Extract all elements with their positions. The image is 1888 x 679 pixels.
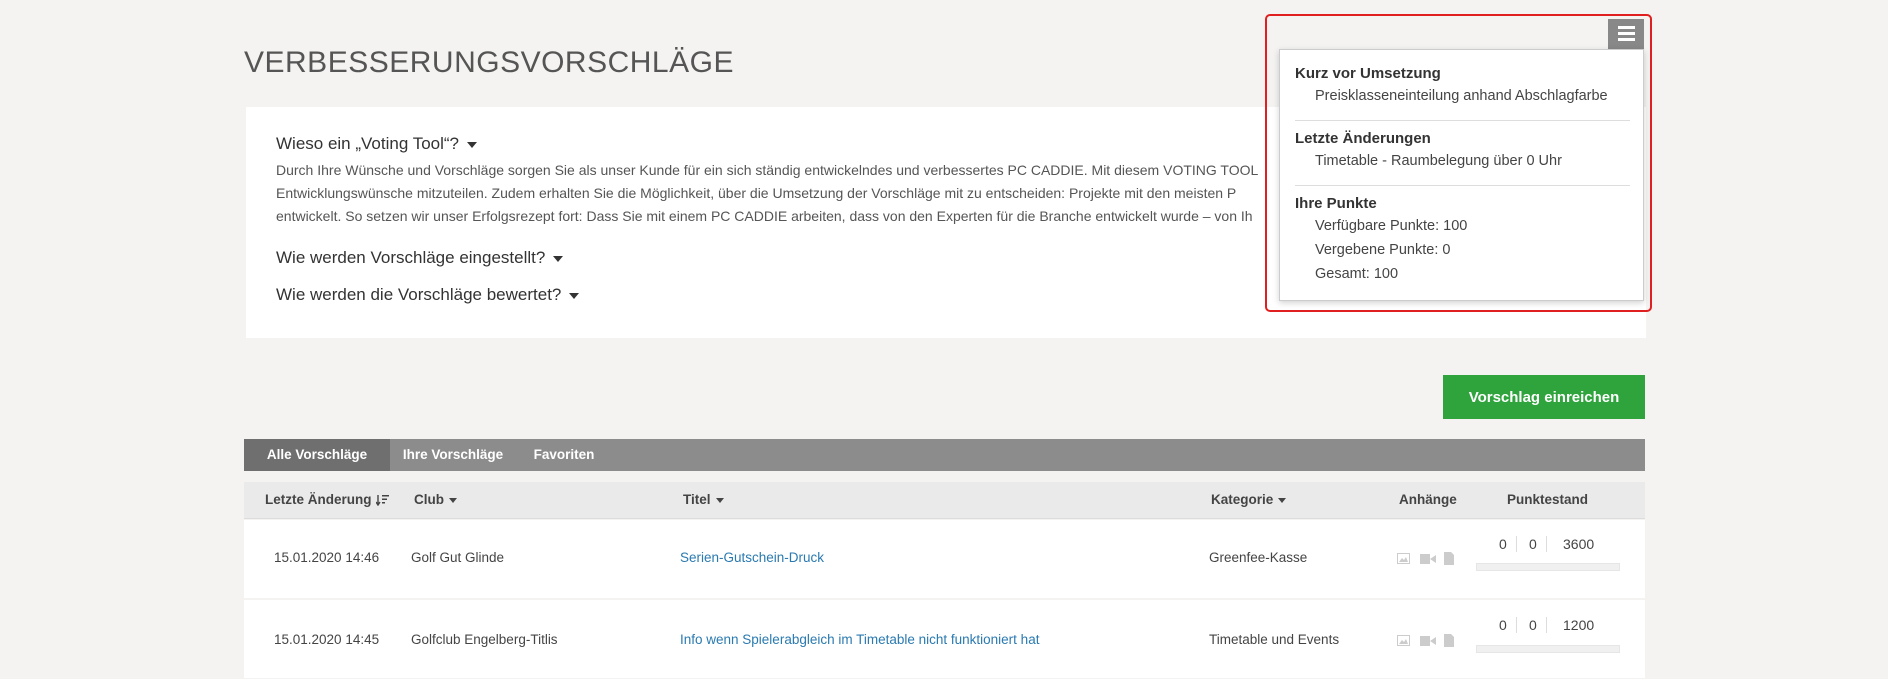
info-dropdown: Kurz vor Umsetzung Preisklasseneinteilun…: [1279, 49, 1644, 301]
dropdown-divider: [1295, 185, 1630, 186]
row-date: 15.01.2020 14:45: [274, 632, 380, 647]
caret-down-icon: [1278, 497, 1287, 503]
caret-down-icon: [467, 141, 478, 148]
caret-down-icon: [449, 497, 457, 503]
image-icon[interactable]: [1397, 635, 1410, 646]
faq-question-submission[interactable]: Wie werden Vorschläge eingestellt?: [276, 248, 564, 268]
row-category: Timetable und Events: [1209, 632, 1340, 647]
faq-answer-line: entwickelt. So setzen wir unser Erfolgsr…: [276, 208, 1253, 224]
score-contra: 0: [1529, 536, 1537, 552]
column-label: Letzte Änderung: [265, 492, 372, 507]
dropdown-section-title: Kurz vor Umsetzung: [1295, 65, 1441, 82]
row-title-link[interactable]: Info wenn Spielerabgleich im Timetable n…: [680, 632, 1039, 647]
document-icon[interactable]: [1444, 634, 1454, 647]
faq-answer-line: Durch Ihre Wünsche und Vorschläge sorgen…: [276, 162, 1259, 178]
score-divider: [1546, 536, 1547, 552]
faq-question-rating[interactable]: Wie werden die Vorschläge bewertet?: [276, 285, 580, 305]
score-pro: 0: [1499, 536, 1507, 552]
points-available: Verfügbare Punkte: 100: [1315, 218, 1468, 234]
points-total: Gesamt: 100: [1315, 266, 1399, 282]
faq-question-label: Wie werden die Vorschläge bewertet?: [276, 285, 562, 304]
faq-answer-line: Entwicklungswünsche mitzuteilen. Zudem e…: [276, 185, 1237, 201]
tab-bar: Alle Vorschläge Ihre Vorschläge Favorite…: [244, 439, 1645, 471]
video-icon[interactable]: [1420, 554, 1436, 564]
column-attachments: Anhänge: [1399, 492, 1457, 507]
column-label: Titel: [683, 492, 711, 507]
faq-question-label: Wie werden Vorschläge eingestellt?: [276, 248, 546, 267]
column-title[interactable]: Titel: [683, 482, 724, 518]
score-divider: [1516, 617, 1517, 633]
submit-suggestion-button[interactable]: Vorschlag einreichen: [1443, 375, 1645, 419]
score-contra: 0: [1529, 617, 1537, 633]
caret-down-icon: [715, 497, 724, 503]
column-category[interactable]: Kategorie: [1211, 482, 1287, 518]
dropdown-section-title: Letzte Änderungen: [1295, 130, 1431, 147]
table-header: Letzte Änderung Club Titel Kategorie Anh…: [244, 482, 1645, 519]
row-club: Golfclub Engelberg-Titlis: [411, 632, 558, 647]
dropdown-item-upcoming[interactable]: Preisklasseneinteilung anhand Abschlagfa…: [1315, 88, 1608, 104]
score-divider: [1546, 617, 1547, 633]
faq-answer-text: Durch Ihre Wünsche und Vorschläge sorgen…: [276, 159, 1276, 228]
column-label: Kategorie: [1211, 492, 1274, 507]
row-category: Greenfee-Kasse: [1209, 550, 1308, 565]
menu-button[interactable]: [1608, 19, 1644, 49]
faq-question-label: Wieso ein „Voting Tool“?: [276, 134, 460, 153]
points-assigned: Vergebene Punkte: 0: [1315, 242, 1451, 258]
sort-icon: [375, 495, 389, 507]
row-title-link[interactable]: Serien-Gutschein-Druck: [680, 550, 824, 565]
column-last-change[interactable]: Letzte Änderung: [265, 482, 389, 518]
column-club[interactable]: Club: [414, 482, 457, 518]
row-date: 15.01.2020 14:46: [274, 550, 380, 565]
dropdown-divider: [1295, 120, 1630, 121]
dropdown-section-title: Ihre Punkte: [1295, 195, 1377, 212]
table-row[interactable]: 15.01.2020 14:46 Golf Gut Glinde Serien-…: [244, 520, 1645, 598]
caret-down-icon: [553, 255, 564, 262]
page-title: VERBESSERUNGSVORSCHLÄGE: [244, 46, 734, 79]
caret-down-icon: [569, 292, 580, 299]
tab-all-suggestions[interactable]: Alle Vorschläge: [244, 439, 390, 471]
score-pro: 0: [1499, 617, 1507, 633]
score-progress-bar: [1476, 563, 1620, 571]
tab-your-suggestions[interactable]: Ihre Vorschläge: [390, 439, 516, 471]
video-icon[interactable]: [1420, 636, 1436, 646]
document-icon[interactable]: [1444, 552, 1454, 565]
score-progress-bar: [1476, 645, 1620, 653]
score-divider: [1516, 536, 1517, 552]
row-club: Golf Gut Glinde: [411, 550, 505, 565]
score-total: 1200: [1563, 617, 1595, 633]
score-total: 3600: [1563, 536, 1595, 552]
tab-favorites[interactable]: Favoriten: [516, 439, 612, 471]
image-icon[interactable]: [1397, 553, 1410, 564]
faq-question-voting-tool[interactable]: Wieso ein „Voting Tool“?: [276, 134, 478, 154]
column-score: Punktestand: [1507, 492, 1589, 507]
table-row[interactable]: 15.01.2020 14:45 Golfclub Engelberg-Titl…: [244, 600, 1645, 678]
column-label: Club: [414, 492, 444, 507]
dropdown-item-recent[interactable]: Timetable - Raumbelegung über 0 Uhr: [1315, 153, 1562, 169]
